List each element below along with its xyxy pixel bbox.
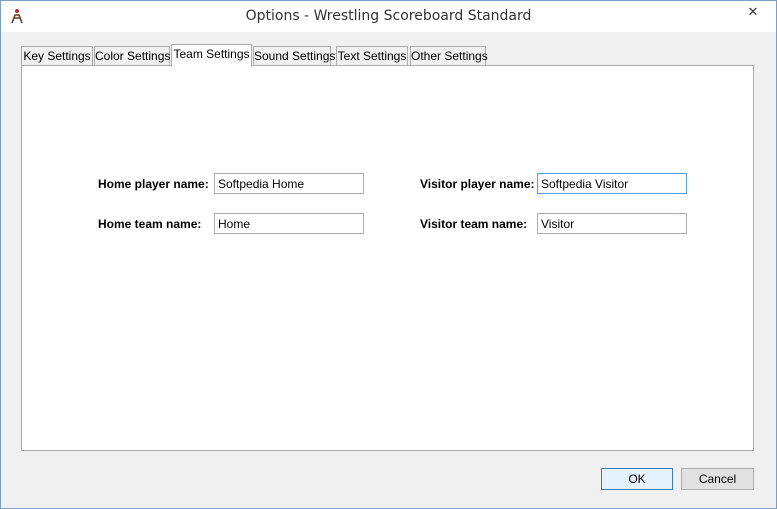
home-team-name-label: Home team name: [98,217,202,231]
tab-sound-settings[interactable]: Sound Settings [253,46,335,66]
tab-text-settings[interactable]: Text Settings [336,46,408,66]
visitor-player-name-input[interactable] [537,173,687,194]
team-settings-panel: Home player name: Home team name: Visito… [21,65,754,451]
cancel-button[interactable]: Cancel [681,468,754,490]
home-player-name-label: Home player name: [98,177,209,191]
title-bar[interactable]: Options - Wrestling Scoreboard Standard … [1,1,776,32]
visitor-team-name-label: Visitor team name: [420,217,528,231]
tab-key-settings[interactable]: Key Settings [21,46,93,66]
visitor-team-name-input[interactable] [537,213,687,234]
tab-color-settings[interactable]: Color Settings [94,46,170,66]
home-team-name-input[interactable] [214,213,364,234]
tab-other-settings[interactable]: Other Settings [410,46,488,66]
home-player-name-input[interactable] [214,173,364,194]
close-icon: ✕ [747,4,759,19]
tab-team-settings[interactable]: Team Settings [171,44,252,67]
visitor-player-name-label: Visitor player name: [420,177,535,191]
window-title: Options - Wrestling Scoreboard Standard [245,8,532,24]
ok-button[interactable]: OK [601,468,673,490]
close-button[interactable]: ✕ [736,1,770,23]
options-window: Options - Wrestling Scoreboard Standard … [0,0,777,509]
